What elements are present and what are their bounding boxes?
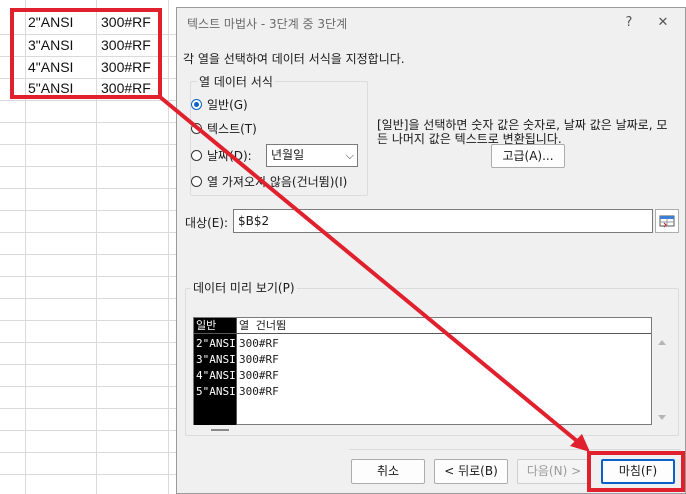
radio-date[interactable]: 날짜(D): xyxy=(191,145,252,165)
preview-cell: 3"ANSI xyxy=(196,353,236,366)
radio-general-label: 일반(G) xyxy=(207,97,248,112)
preview-header-skip[interactable]: 열 건너뜀 xyxy=(236,318,651,334)
radio-date-button[interactable] xyxy=(191,149,202,161)
column-format-legend: 열 데이터 서식 xyxy=(197,73,275,90)
instruction-text: 각 열을 선택하여 데이터 서식을 지정합니다. xyxy=(183,52,405,66)
horizontal-scrollbar-thumb[interactable] xyxy=(211,429,229,431)
close-button[interactable]: ✕ xyxy=(649,13,677,33)
radio-general-button[interactable] xyxy=(191,98,202,110)
button-separator xyxy=(349,449,681,450)
preview-legend: 데이터 미리 보기(P) xyxy=(191,279,297,296)
radio-text-button[interactable] xyxy=(191,122,202,134)
row-divider xyxy=(0,166,176,167)
preview-cell: 300#RF xyxy=(239,353,279,366)
chevron-down-icon: ⌵ xyxy=(345,149,354,162)
row-divider xyxy=(0,100,176,101)
highlight-box xyxy=(10,8,162,99)
collapse-dialog-button[interactable] xyxy=(655,209,679,233)
dialog-title: 텍스트 마법사 - 3단계 중 3단계 xyxy=(187,17,348,31)
column-divider xyxy=(236,334,237,425)
row-divider xyxy=(0,254,176,255)
preview-cell: 4"ANSI xyxy=(196,369,236,382)
row-divider xyxy=(0,188,176,189)
radio-text-label: 텍스트(T) xyxy=(207,121,257,136)
row-divider xyxy=(0,320,176,321)
preview-cell: 300#RF xyxy=(239,369,279,382)
dialog-titlebar[interactable]: 텍스트 마법사 - 3단계 중 3단계 ? ✕ xyxy=(177,8,685,38)
cancel-button[interactable]: 취소 xyxy=(351,459,425,484)
finish-button[interactable]: 마침(F) xyxy=(601,459,675,484)
row-divider xyxy=(0,122,176,123)
format-description: [일반]을 선택하면 숫자 값은 숫자로, 날짜 값은 날짜로, 모든 나머지 … xyxy=(377,118,668,146)
back-button[interactable]: < 뒤로(B) xyxy=(434,459,508,484)
date-format-select[interactable]: 년월일 ⌵ xyxy=(266,144,358,167)
row-divider xyxy=(0,408,176,409)
row-divider xyxy=(0,298,176,299)
preview-cell: 5"ANSI xyxy=(196,385,236,398)
preview-pane[interactable]: 일반 열 건너뜀 2"ANSI 300#RF 3"ANSI 300#RF 4"A… xyxy=(193,317,652,425)
range-select-icon xyxy=(659,215,675,228)
row-divider xyxy=(0,430,176,431)
help-button[interactable]: ? xyxy=(615,13,643,33)
destination-label: 대상(E): xyxy=(185,216,229,230)
advanced-button[interactable]: 고급(A)... xyxy=(491,144,565,168)
radio-skip-button[interactable] xyxy=(191,175,202,187)
scrollbar-arrows-icon xyxy=(658,340,666,420)
radio-skip-label: 열 가져오지 않음(건너뜀)(I) xyxy=(207,174,348,189)
preview-cell: 2"ANSI xyxy=(196,337,236,350)
radio-skip[interactable]: 열 가져오지 않음(건너뜀)(I) xyxy=(191,171,347,191)
text-import-wizard-dialog: 텍스트 마법사 - 3단계 중 3단계 ? ✕ 각 열을 선택하여 데이터 서식… xyxy=(176,7,686,494)
row-divider xyxy=(0,364,176,365)
radio-text[interactable]: 텍스트(T) xyxy=(191,118,257,138)
row-divider xyxy=(0,452,176,453)
row-divider xyxy=(0,210,176,211)
row-divider xyxy=(0,474,176,475)
spreadsheet-grid[interactable]: 2"ANSI 300#RF 3"ANSI 300#RF 4"ANSI 300#R… xyxy=(0,0,176,494)
radio-date-label: 날짜(D): xyxy=(207,148,252,163)
preview-cell: 300#RF xyxy=(239,385,279,398)
preview-header-general[interactable]: 일반 xyxy=(194,318,236,334)
row-divider xyxy=(0,386,176,387)
row-divider xyxy=(0,276,176,277)
row-divider xyxy=(0,342,176,343)
date-format-value: 년월일 xyxy=(271,148,305,162)
row-divider xyxy=(0,144,176,145)
next-button[interactable]: 다음(N) > xyxy=(517,459,591,484)
destination-input[interactable]: $B$2 xyxy=(233,209,653,233)
preview-vertical-scrollbar[interactable] xyxy=(653,317,671,425)
preview-cell: 300#RF xyxy=(239,337,279,350)
column-divider xyxy=(168,0,169,494)
radio-general[interactable]: 일반(G) xyxy=(191,94,248,114)
row-divider xyxy=(0,232,176,233)
